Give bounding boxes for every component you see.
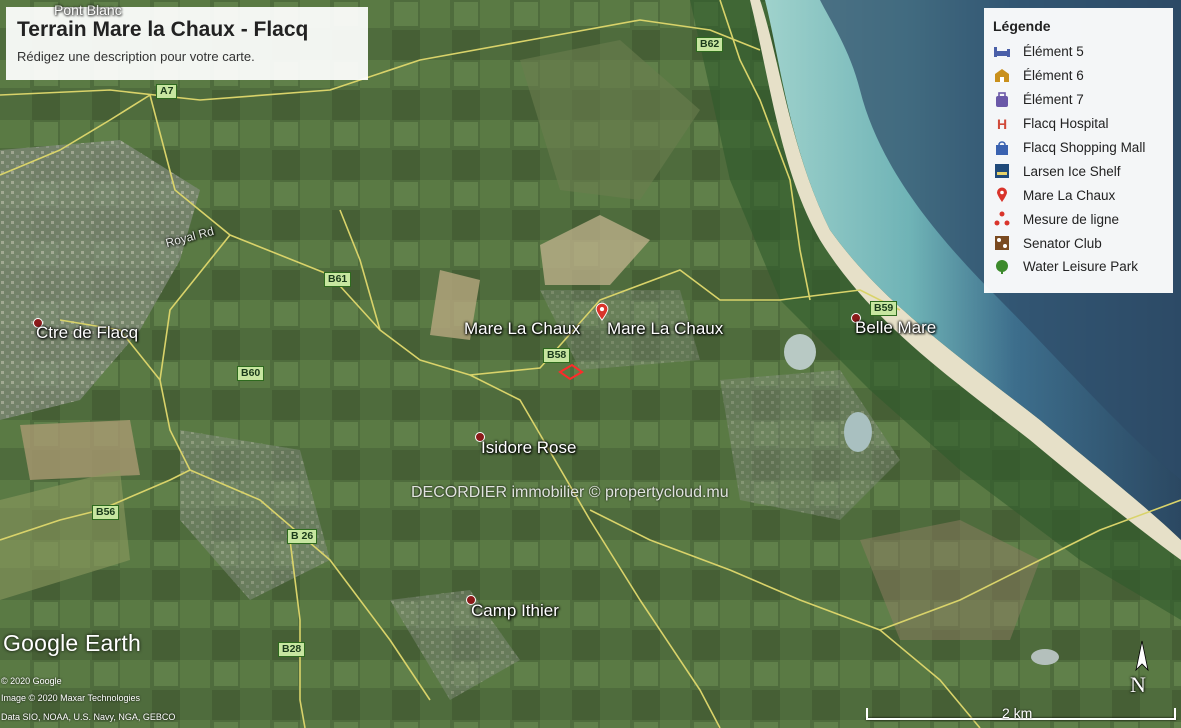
hospital-icon: H bbox=[996, 115, 1008, 132]
legend-item-larsen-ice-shelf[interactable]: Larsen Ice Shelf bbox=[993, 159, 1164, 183]
lodging-icon bbox=[993, 67, 1011, 85]
club-icon bbox=[993, 234, 1011, 252]
north-indicator[interactable]: N bbox=[1130, 672, 1146, 698]
road-shield-b26: B 26 bbox=[287, 529, 318, 544]
legend-item-mare-la-chaux[interactable]: Mare La Chaux bbox=[993, 183, 1164, 207]
park-icon bbox=[993, 258, 1011, 276]
road-shield-b56: B56 bbox=[92, 505, 120, 520]
legend-item-element-5[interactable]: Élément 5 bbox=[993, 40, 1164, 64]
map-title: Terrain Mare la Chaux - Flacq bbox=[17, 18, 309, 41]
legend-panel: Légende Élément 5 Élément 6 Élément 7 H … bbox=[984, 8, 1173, 293]
legend-item-label: Senator Club bbox=[1023, 235, 1102, 251]
pin-icon bbox=[993, 186, 1011, 204]
legend-item-label: Water Leisure Park bbox=[1023, 259, 1139, 275]
legend-item-element-6[interactable]: Élément 6 bbox=[993, 64, 1164, 88]
scale-label: 2 km bbox=[1002, 705, 1033, 721]
ice-shelf-icon bbox=[993, 162, 1011, 180]
pin-icon[interactable] bbox=[595, 302, 609, 327]
legend-item-label: Mesure de ligne bbox=[1023, 211, 1120, 227]
legend-item-label: Flacq Shopping Mall bbox=[1023, 140, 1146, 155]
legend-item-label: Élément 5 bbox=[1023, 44, 1084, 60]
watermark: DECORDIER immobilier © propertycloud.mu bbox=[411, 484, 729, 501]
legend-item-label: Flacq Hospital bbox=[1023, 116, 1109, 132]
credit-data: Data SIO, NOAA, U.S. Navy, NGA, GEBCO bbox=[1, 712, 176, 722]
legend-item-flacq-hospital[interactable]: H Flacq Hospital bbox=[993, 112, 1164, 136]
legend-item-label: Élément 6 bbox=[1023, 68, 1084, 84]
road-shield-b62: B62 bbox=[696, 37, 724, 52]
place-ctre-de-flacq[interactable]: Ctre de Flacq bbox=[36, 323, 138, 343]
road-shield-b61: B61 bbox=[324, 272, 352, 287]
place-belle-mare[interactable]: Belle Mare bbox=[855, 318, 936, 338]
place-camp-ithier[interactable]: Camp Ithier bbox=[471, 601, 559, 621]
line-measure-icon bbox=[993, 210, 1011, 228]
legend-item-water-leisure-park[interactable]: Water Leisure Park bbox=[993, 255, 1164, 279]
place-isidore-rose[interactable]: Isidore Rose bbox=[481, 438, 576, 458]
luggage-icon bbox=[993, 91, 1011, 109]
road-shield-b58: B58 bbox=[543, 348, 571, 363]
place-mare-la-chaux[interactable]: Mare La Chaux bbox=[464, 319, 580, 339]
legend-title: Légende bbox=[993, 18, 1051, 34]
shopping-bag-icon bbox=[993, 139, 1011, 157]
legend-item-senator-club[interactable]: Senator Club bbox=[993, 231, 1164, 255]
map-description[interactable]: Rédigez une description pour votre carte… bbox=[17, 49, 357, 64]
bed-icon bbox=[993, 43, 1011, 61]
road-shield-b28: B28 bbox=[278, 642, 306, 657]
legend-item-flacq-shopping-mall[interactable]: Flacq Shopping Mall bbox=[993, 136, 1164, 160]
road-shield-b59: B59 bbox=[870, 301, 898, 316]
credit-google: © 2020 Google bbox=[1, 676, 62, 686]
legend-item-label: Mare La Chaux bbox=[1023, 187, 1116, 203]
legend-item-label: Élément 7 bbox=[1023, 92, 1084, 108]
legend-item-element-7[interactable]: Élément 7 bbox=[993, 88, 1164, 112]
road-shield-a7: A7 bbox=[156, 84, 178, 99]
place-mare-la-chaux-marker-label[interactable]: Mare La Chaux bbox=[607, 319, 723, 339]
legend-item-mesure-de-ligne[interactable]: Mesure de ligne bbox=[993, 207, 1164, 231]
google-earth-logo: Google Earth bbox=[3, 630, 141, 656]
credit-imagery: Image © 2020 Maxar Technologies bbox=[1, 693, 141, 703]
legend-item-label: Larsen Ice Shelf bbox=[1023, 163, 1121, 179]
faint-place-label: Pont Blanc bbox=[54, 2, 122, 18]
road-shield-b60: B60 bbox=[237, 366, 265, 381]
